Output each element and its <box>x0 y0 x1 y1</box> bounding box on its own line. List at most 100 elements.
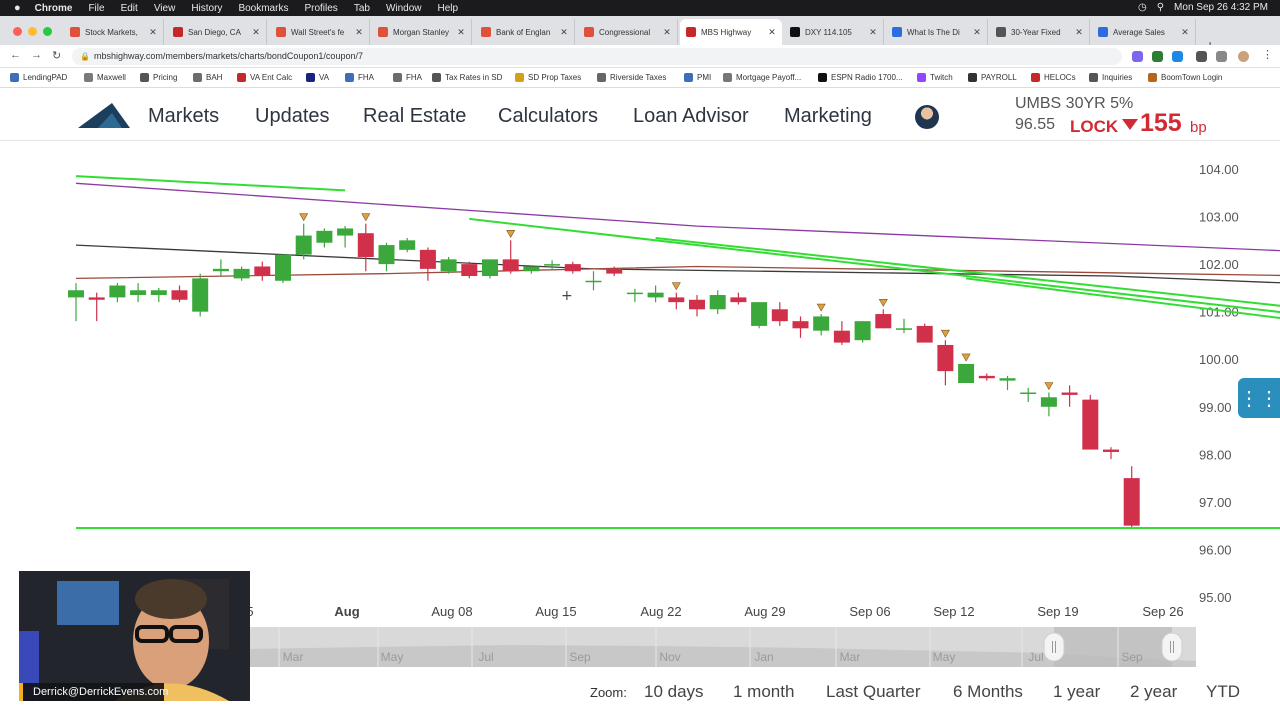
candle-body[interactable] <box>771 309 788 322</box>
browser-tab[interactable]: San Diego, CA ✕ <box>167 19 267 45</box>
candle-body[interactable] <box>1082 399 1099 450</box>
bookmark-item[interactable]: BoomTown Login <box>1148 73 1222 82</box>
menu-edit[interactable]: Edit <box>121 3 138 14</box>
browser-tab[interactable]: Average Sales ✕ <box>1092 19 1196 45</box>
candle-body[interactable] <box>68 290 84 298</box>
bookmark-item[interactable]: HELOCs <box>1031 73 1076 82</box>
bookmark-item[interactable]: VA Ent Calc <box>237 73 292 82</box>
bookmark-item[interactable]: Twitch <box>917 73 953 82</box>
bookmark-item[interactable]: Pricing <box>140 73 177 82</box>
browser-tab[interactable]: Wall Street's fe ✕ <box>270 19 370 45</box>
candle-body[interactable] <box>585 280 602 283</box>
user-avatar[interactable] <box>915 105 939 129</box>
browser-tab[interactable]: 30-Year Fixed ✕ <box>990 19 1090 45</box>
menu-help[interactable]: Help <box>438 3 459 14</box>
window-zoom-button[interactable] <box>43 27 52 36</box>
reload-icon[interactable]: ↻ <box>52 49 61 62</box>
candle-body[interactable] <box>1040 397 1057 407</box>
nav-updates[interactable]: Updates <box>255 105 330 128</box>
candle-body[interactable] <box>212 268 229 272</box>
browser-tab[interactable]: DXY 114.105 ✕ <box>784 19 884 45</box>
bookmark-item[interactable]: BAH <box>193 73 222 82</box>
bookmark-item[interactable]: LendingPAD <box>10 73 67 82</box>
candle-body[interactable] <box>419 249 436 269</box>
candle-body[interactable] <box>254 266 271 276</box>
bookmark-item[interactable]: Tax Rates in SD <box>432 73 502 82</box>
candle-body[interactable] <box>337 228 354 236</box>
search-icon[interactable]: ⚲ <box>1157 2 1164 13</box>
candle-body[interactable] <box>668 297 685 303</box>
kebab-menu-icon[interactable]: ⋮ <box>1262 48 1273 61</box>
candle-body[interactable] <box>316 230 333 243</box>
sidebar-icon[interactable] <box>1216 51 1227 62</box>
zoom-10-days[interactable]: 10 days <box>644 682 704 702</box>
lock-icon[interactable]: 🔒 <box>80 48 90 65</box>
menu-app-name[interactable]: Chrome <box>35 3 73 14</box>
candle-body[interactable] <box>109 285 126 298</box>
candle-body[interactable] <box>150 290 167 296</box>
bookmark-item[interactable]: ESPN Radio 1700... <box>818 73 903 82</box>
browser-tab[interactable]: What Is The Di ✕ <box>886 19 988 45</box>
menu-tab[interactable]: Tab <box>354 3 370 14</box>
nav-marketing[interactable]: Marketing <box>784 105 872 128</box>
candle-body[interactable] <box>1061 392 1078 395</box>
mbs-ticker[interactable]: UMBS 30YR 5% 96.55 LOCK 155 bp <box>1010 89 1280 141</box>
browser-tab[interactable]: Morgan Stanley ✕ <box>372 19 472 45</box>
menu-window[interactable]: Window <box>386 3 422 14</box>
nav-real-estate[interactable]: Real Estate <box>363 105 466 128</box>
mbs-highway-logo[interactable] <box>78 101 132 129</box>
candle-body[interactable] <box>751 302 768 326</box>
tab-close-icon[interactable]: ✕ <box>455 27 467 38</box>
forward-icon[interactable]: → <box>31 49 42 61</box>
candle-body[interactable] <box>502 259 519 272</box>
bond-price-chart[interactable]: 104.00 103.00 102.00 101.00 100.00 99.00 98.00… <box>0 141 1280 621</box>
candle-body[interactable] <box>378 245 395 265</box>
browser-tab[interactable]: Bank of Englan ✕ <box>475 19 575 45</box>
tab-close-icon[interactable]: ✕ <box>971 27 983 38</box>
zoom-ytd[interactable]: YTD <box>1206 682 1240 702</box>
menu-profiles[interactable]: Profiles <box>304 3 337 14</box>
bookmark-item[interactable]: VA <box>306 73 329 82</box>
candle-body[interactable] <box>295 235 312 255</box>
candle-body[interactable] <box>1123 478 1140 526</box>
candle-body[interactable] <box>792 321 809 329</box>
candle-body[interactable] <box>233 268 250 279</box>
bookmark-item[interactable]: PAYROLL <box>968 73 1017 82</box>
candle-body[interactable] <box>896 328 912 330</box>
nav-loan-advisor[interactable]: Loan Advisor <box>633 105 749 128</box>
candle-body[interactable] <box>88 297 105 300</box>
tab-close-icon[interactable]: ✕ <box>147 27 159 38</box>
bookmark-item[interactable]: SD Prop Taxes <box>515 73 581 82</box>
candle-body[interactable] <box>626 292 643 295</box>
wifi-icon[interactable]: ◷ <box>1138 2 1147 13</box>
nav-markets[interactable]: Markets <box>148 105 219 128</box>
range-navigator[interactable]: Mar May Jul Sep Nov Jan Mar May Jul Sep <box>250 627 1196 667</box>
candle-body[interactable] <box>564 264 581 272</box>
candle-body[interactable] <box>1020 392 1037 395</box>
tab-close-icon[interactable]: ✕ <box>766 27 778 38</box>
browser-tab[interactable]: MBS Highway ✕ <box>680 19 782 45</box>
menubar-clock[interactable]: Mon Sep 26 4:32 PM <box>1174 2 1268 13</box>
tab-close-icon[interactable]: ✕ <box>250 27 262 38</box>
candle-body[interactable] <box>833 330 850 343</box>
candle-body[interactable] <box>461 264 478 276</box>
candle-body[interactable] <box>689 299 705 310</box>
tab-close-icon[interactable]: ✕ <box>661 27 673 38</box>
browser-tab[interactable]: Stock Markets, ✕ <box>64 19 164 45</box>
candle-body[interactable] <box>875 314 892 329</box>
bookmark-item[interactable]: Inquiries <box>1089 73 1132 82</box>
candle-body[interactable] <box>130 290 147 296</box>
tab-close-icon[interactable]: ✕ <box>558 27 570 38</box>
bookmark-item[interactable]: FHA <box>393 73 422 82</box>
nav-calculators[interactable]: Calculators <box>498 105 598 128</box>
bookmark-item[interactable]: FHA <box>345 73 374 82</box>
candle-body[interactable] <box>709 295 726 310</box>
navigator-handle[interactable] <box>1043 632 1065 662</box>
grid-menu-icon[interactable]: ⋮⋮ <box>1238 378 1280 418</box>
candle-body[interactable] <box>916 325 933 343</box>
bookmark-item[interactable]: PMI <box>684 73 711 82</box>
candle-body[interactable] <box>440 259 457 272</box>
browser-tab[interactable]: Congressional ✕ <box>578 19 678 45</box>
zoom-2-year[interactable]: 2 year <box>1130 682 1177 702</box>
profile-avatar-icon[interactable] <box>1238 51 1249 62</box>
